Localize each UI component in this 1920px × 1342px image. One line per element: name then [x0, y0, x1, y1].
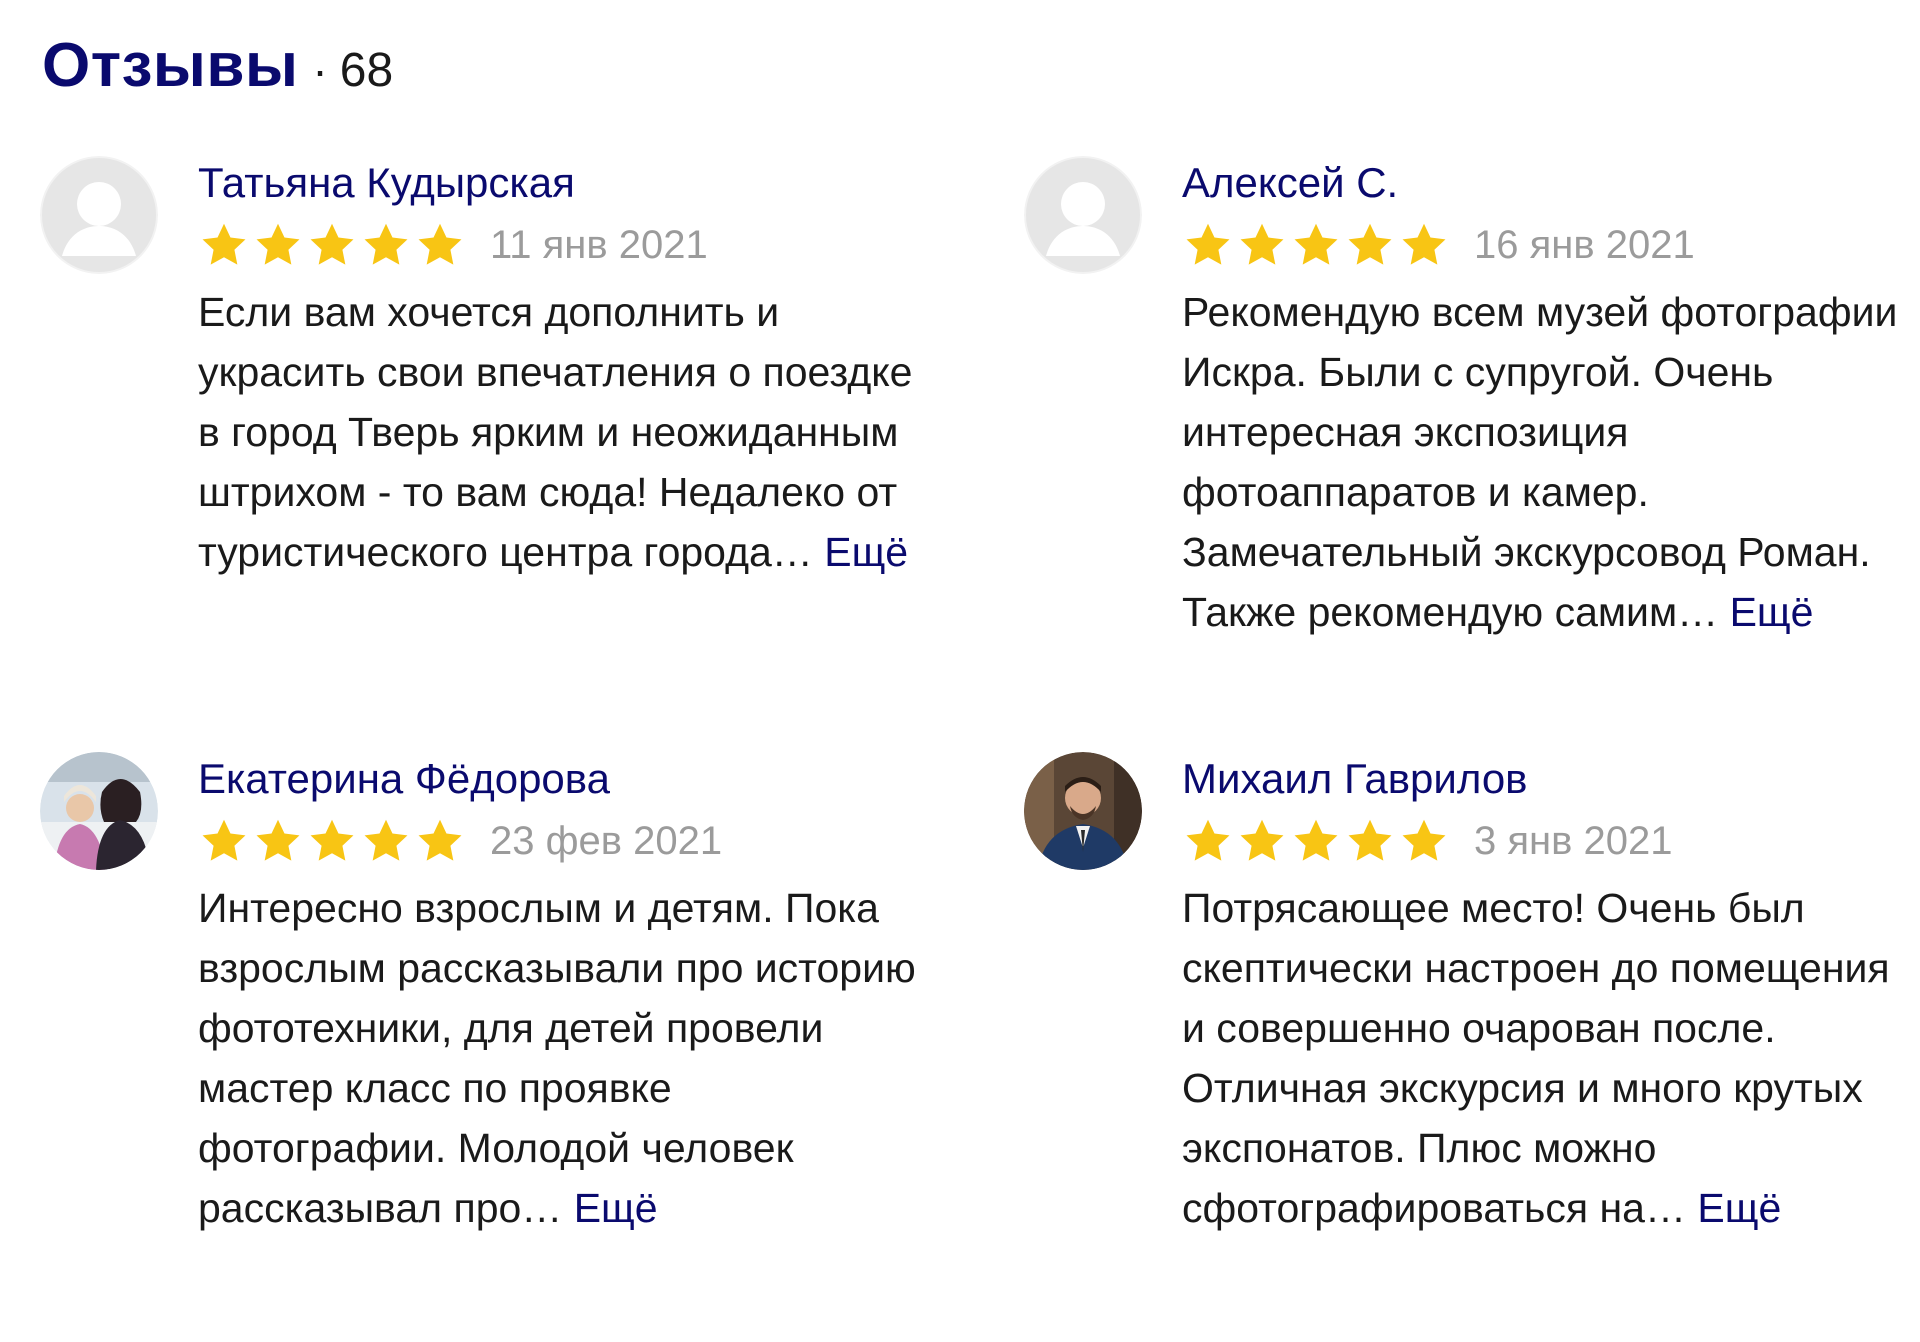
review-author[interactable]: Михаил Гаврилов	[1182, 752, 1920, 806]
review-text-content: Интересно взрослым и детям. Пока взрослы…	[198, 885, 916, 1231]
review-text: Потрясающее место! Очень был скептически…	[1182, 878, 1902, 1238]
review-meta: 16 янв 2021	[1182, 218, 1920, 272]
review-body: Екатерина Фёдорова 23 фев 2021 Интересно…	[198, 752, 958, 1238]
review-meta: 3 янв 2021	[1182, 814, 1920, 868]
rating-stars	[1182, 816, 1452, 866]
star-icon	[1402, 819, 1446, 861]
review-date: 3 янв 2021	[1474, 818, 1673, 863]
star-icon	[1294, 223, 1338, 265]
more-link[interactable]: Ещё	[1730, 589, 1814, 635]
review-body: Алексей С. 16 янв 2021 Рекомендую всем м…	[1182, 156, 1920, 642]
more-link[interactable]: Ещё	[574, 1185, 658, 1231]
review-meta: 23 фев 2021	[198, 814, 958, 868]
rating-stars	[198, 816, 468, 866]
reviews-header: Отзывы · 68	[42, 30, 393, 101]
star-icon	[1186, 819, 1230, 861]
photo-avatar	[1024, 752, 1142, 870]
star-icon	[310, 819, 354, 861]
placeholder-avatar-icon	[1024, 156, 1142, 274]
star-icon	[418, 223, 462, 265]
placeholder-avatar-icon	[40, 156, 158, 274]
star-icon	[202, 819, 246, 861]
more-link[interactable]: Ещё	[1697, 1185, 1781, 1231]
star-icon	[1240, 223, 1284, 265]
rating-stars	[198, 220, 468, 270]
star-icon	[256, 223, 300, 265]
avatar[interactable]	[40, 156, 158, 274]
review-text: Рекомендую всем музей фотографии Искра. …	[1182, 282, 1902, 642]
star-icon	[1402, 223, 1446, 265]
review-body: Михаил Гаврилов 3 янв 2021 Потрясающее м…	[1182, 752, 1920, 1238]
review-author[interactable]: Екатерина Фёдорова	[198, 752, 958, 806]
avatar[interactable]	[1024, 752, 1142, 870]
review-meta: 11 янв 2021	[198, 218, 958, 272]
review-body: Татьяна Кудырская 11 янв 2021 Если вам х…	[198, 156, 958, 582]
review-text-content: Рекомендую всем музей фотографии Искра. …	[1182, 289, 1898, 635]
review-author[interactable]: Татьяна Кудырская	[198, 156, 958, 210]
reviews-count: 68	[339, 44, 394, 97]
star-icon	[364, 819, 408, 861]
star-icon	[1348, 819, 1392, 861]
reviews-title[interactable]: Отзывы	[42, 30, 298, 101]
review-date: 23 фев 2021	[490, 818, 723, 863]
star-icon	[202, 223, 246, 265]
star-icon	[364, 223, 408, 265]
review-text-content: Если вам хочется дополнить и украсить св…	[198, 289, 913, 575]
star-icon	[1186, 223, 1230, 265]
more-link[interactable]: Ещё	[824, 529, 908, 575]
review-author[interactable]: Алексей С.	[1182, 156, 1920, 210]
review-date: 16 янв 2021	[1474, 222, 1695, 267]
review-date: 11 янв 2021	[490, 222, 708, 267]
avatar[interactable]	[1024, 156, 1142, 274]
review-text-content: Потрясающее место! Очень был скептически…	[1182, 885, 1890, 1231]
star-icon	[256, 819, 300, 861]
review-text: Интересно взрослым и детям. Пока взрослы…	[198, 878, 918, 1238]
header-separator: ·	[312, 44, 328, 96]
avatar[interactable]	[40, 752, 158, 870]
star-icon	[1294, 819, 1338, 861]
photo-avatar	[40, 752, 158, 870]
star-icon	[418, 819, 462, 861]
star-icon	[310, 223, 354, 265]
star-icon	[1240, 819, 1284, 861]
star-icon	[1348, 223, 1392, 265]
review-text: Если вам хочется дополнить и украсить св…	[198, 282, 918, 582]
rating-stars	[1182, 220, 1452, 270]
